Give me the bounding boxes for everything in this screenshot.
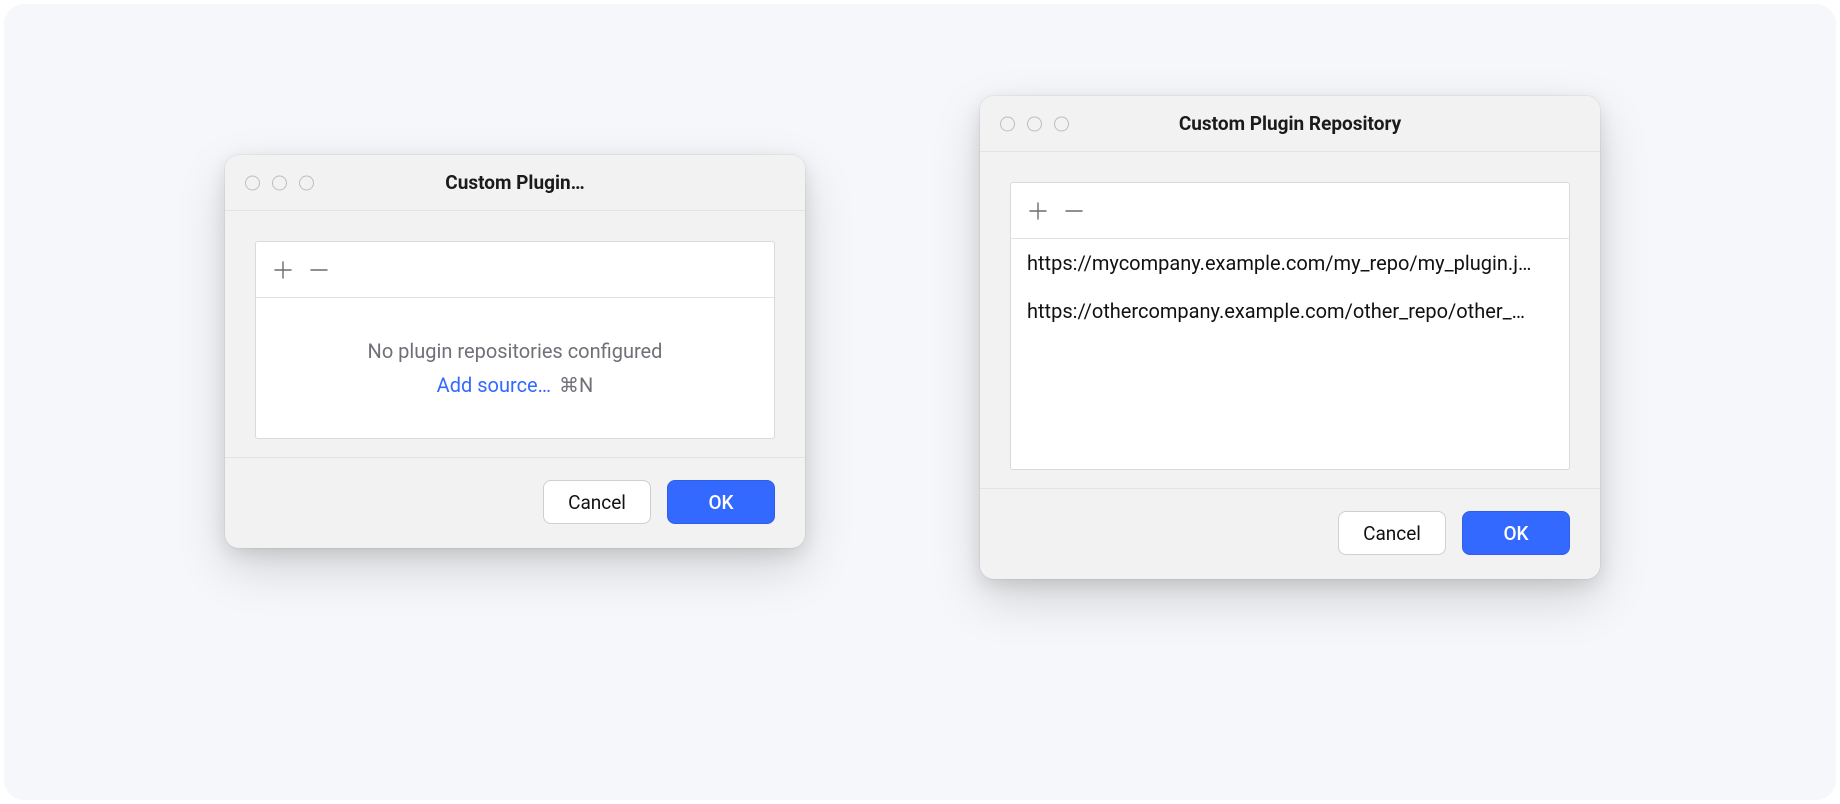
ok-button[interactable]: OK (1462, 511, 1570, 555)
minimize-window-button[interactable] (272, 175, 287, 190)
empty-label: No plugin repositories configured (368, 339, 663, 363)
add-source-row: Add source… ⌘N (437, 373, 594, 397)
plus-icon[interactable] (1027, 200, 1049, 222)
minus-icon[interactable] (308, 259, 330, 281)
repo-toolbar (1011, 183, 1569, 239)
titlebar: Custom Plugin Repository (980, 96, 1600, 152)
close-window-button[interactable] (245, 175, 260, 190)
custom-plugin-dialog-empty: Custom Plugin… No plugin repositories co… (225, 155, 805, 548)
ok-button[interactable]: OK (667, 480, 775, 524)
close-window-button[interactable] (1000, 116, 1015, 131)
repo-toolbar (256, 242, 774, 298)
dialog-body: No plugin repositories configured Add so… (225, 211, 805, 457)
cancel-button[interactable]: Cancel (543, 480, 651, 524)
maximize-window-button[interactable] (1054, 116, 1069, 131)
dialog-title: Custom Plugin Repository (980, 112, 1600, 135)
custom-plugin-dialog-populated: Custom Plugin Repository https://mycompa… (980, 96, 1600, 579)
dialog-body: https://mycompany.example.com/my_repo/my… (980, 152, 1600, 488)
add-source-shortcut: ⌘N (559, 373, 593, 397)
add-source-link[interactable]: Add source… (437, 373, 551, 397)
repo-item[interactable]: https://othercompany.example.com/other_r… (1011, 287, 1569, 335)
dialog-footer: Cancel OK (980, 488, 1600, 579)
repo-listbox: No plugin repositories configured Add so… (255, 241, 775, 439)
window-controls (1000, 116, 1069, 131)
repo-empty-state: No plugin repositories configured Add so… (256, 298, 774, 438)
cancel-button[interactable]: Cancel (1338, 511, 1446, 555)
minus-icon[interactable] (1063, 200, 1085, 222)
repo-listbox: https://mycompany.example.com/my_repo/my… (1010, 182, 1570, 470)
maximize-window-button[interactable] (299, 175, 314, 190)
window-controls (245, 175, 314, 190)
minimize-window-button[interactable] (1027, 116, 1042, 131)
repo-list[interactable]: https://mycompany.example.com/my_repo/my… (1011, 239, 1569, 469)
plus-icon[interactable] (272, 259, 294, 281)
repo-item[interactable]: https://mycompany.example.com/my_repo/my… (1011, 239, 1569, 287)
titlebar: Custom Plugin… (225, 155, 805, 211)
dialog-footer: Cancel OK (225, 457, 805, 548)
